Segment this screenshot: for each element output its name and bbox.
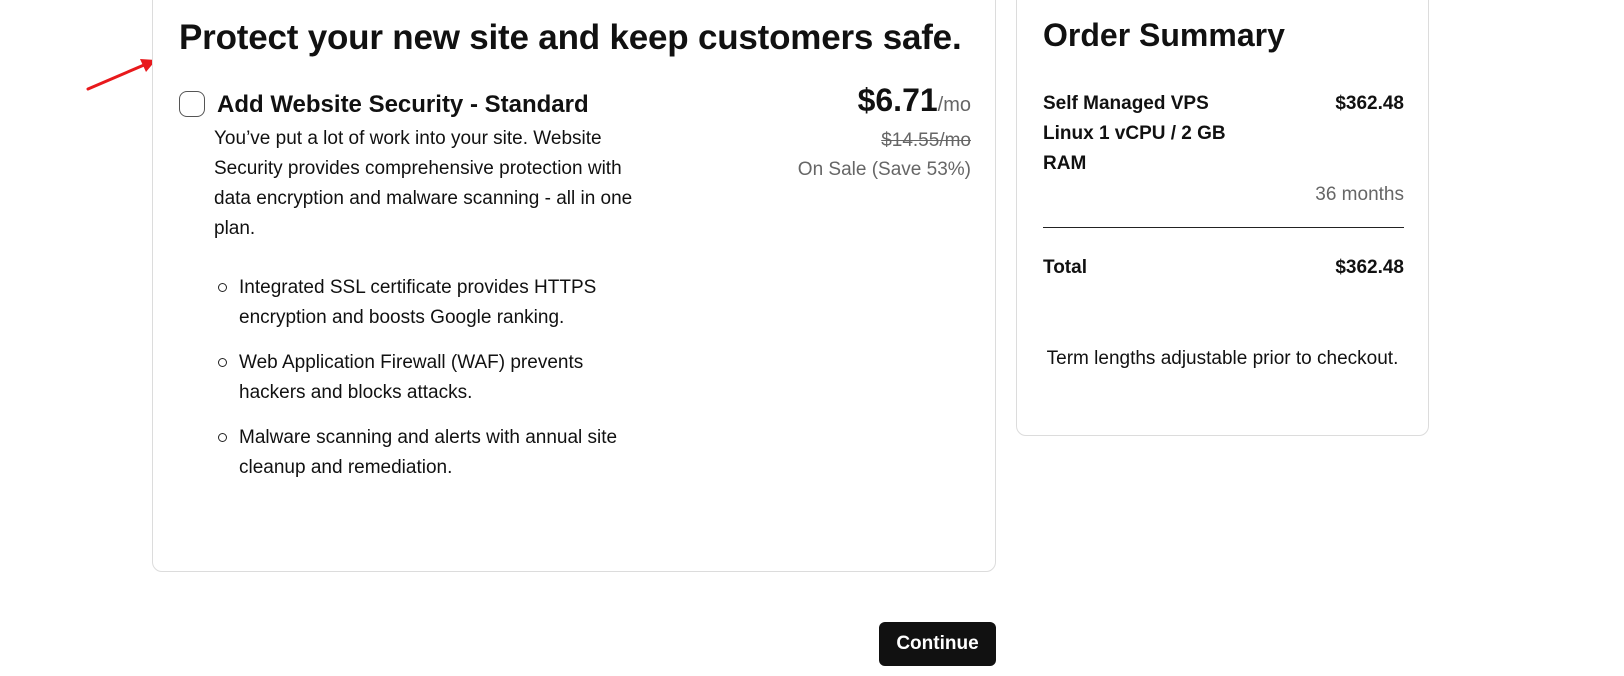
addon-heading: Protect your new site and keep customers… <box>179 18 962 57</box>
feature-text: Web Application Firewall (WAF) prevents … <box>239 352 584 403</box>
sale-badge-text: On Sale (Save 53%) <box>797 159 971 180</box>
order-summary-card: Order Summary Self Managed VPS Linux 1 v… <box>1016 0 1429 436</box>
circle-bullet-icon <box>218 358 227 367</box>
summary-term-length: 36 months <box>1315 184 1404 205</box>
feature-item: Web Application Firewall (WAF) prevents … <box>214 348 654 408</box>
feature-text: Integrated SSL certificate provides HTTP… <box>239 277 597 328</box>
circle-bullet-icon <box>218 283 227 292</box>
total-value: $362.48 <box>1335 257 1404 278</box>
summary-product-price: $362.48 <box>1335 93 1404 114</box>
summary-product-name: Self Managed VPS Linux 1 vCPU / 2 GB RAM <box>1043 93 1226 174</box>
price-unit: /mo <box>937 94 971 116</box>
feature-item: Integrated SSL certificate provides HTTP… <box>214 273 654 333</box>
annotation-arrow-icon <box>86 59 156 91</box>
original-price: $14.55/mo <box>881 130 971 151</box>
total-label: Total <box>1043 257 1087 278</box>
summary-divider <box>1043 227 1404 228</box>
current-price-row: $6.71/mo <box>798 81 971 126</box>
feature-text: Malware scanning and alerts with annual … <box>239 427 618 478</box>
current-price: $6.71 <box>857 82 938 118</box>
feature-item: Malware scanning and alerts with annual … <box>214 423 654 483</box>
addon-name-label[interactable]: Add Website Security - Standard <box>217 89 589 121</box>
website-security-addon-card: Protect your new site and keep customers… <box>152 0 996 572</box>
add-website-security-checkbox[interactable] <box>179 91 205 117</box>
circle-bullet-icon <box>218 433 227 442</box>
addon-price-block: $6.71/mo $14.55/mo On Sale (Save 53%) <box>798 81 971 184</box>
continue-button[interactable]: Continue <box>879 622 996 666</box>
addon-description: You’ve put a lot of work into your site.… <box>214 128 633 239</box>
term-adjust-note: Term lengths adjustable prior to checkou… <box>1046 348 1399 369</box>
addon-feature-list: Integrated SSL certificate provides HTTP… <box>214 273 654 498</box>
order-summary-title: Order Summary <box>1043 17 1285 53</box>
